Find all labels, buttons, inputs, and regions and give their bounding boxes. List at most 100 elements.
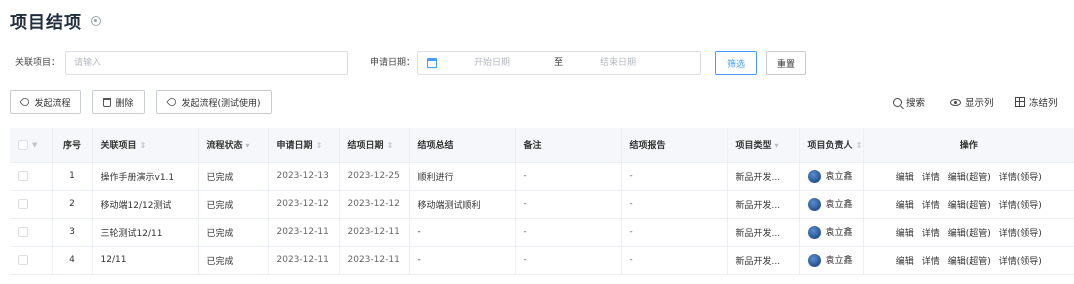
filter-button[interactable]: 筛选	[715, 51, 757, 75]
delete-button[interactable]: 删除	[92, 90, 145, 114]
detail-leader-link[interactable]: 详情(领导)	[999, 254, 1042, 267]
header-report: 结项报告	[621, 128, 728, 163]
sort-icon[interactable]: ⇕	[316, 141, 323, 150]
header-flow-status[interactable]: 流程状态 ▾	[198, 128, 269, 163]
row-index: 3	[52, 218, 93, 247]
date-range-picker[interactable]: 开始日期 至 结束日期	[417, 51, 701, 75]
row-checkbox[interactable]	[18, 226, 28, 237]
sort-icon[interactable]: ⇕	[856, 141, 862, 150]
search-toggle[interactable]: 搜索	[893, 90, 925, 114]
table-row[interactable]: 4 12/11 已完成 2023-12-11 2023-12-11- - - 新品开发... 袁…	[10, 246, 1074, 275]
header-close-date[interactable]: 结项日期 ⇕	[339, 128, 410, 163]
header-apply-date[interactable]: 申请日期 ⇕	[268, 128, 340, 163]
row-project: 移动端12/12测试	[92, 190, 199, 219]
table-toolbar: 发起流程 删除 发起流程(测试使用) 搜索 显示列 冻结列	[0, 90, 1074, 114]
header-project[interactable]: 关联项目 ⇕	[92, 128, 199, 163]
gear-icon[interactable]	[91, 16, 101, 26]
row-owner: 袁立鑫	[799, 246, 864, 275]
edit-link[interactable]: 编辑	[896, 170, 914, 183]
row-report: -	[621, 246, 728, 275]
avatar	[807, 254, 821, 267]
sort-icon[interactable]: ⇕	[140, 141, 147, 150]
header-owner[interactable]: 项目负责人 ⇕	[799, 128, 864, 163]
row-owner: 袁立鑫	[799, 162, 864, 191]
chevron-down-icon[interactable]: ▼	[32, 141, 37, 149]
detail-leader-link[interactable]: 详情(领导)	[999, 226, 1042, 239]
row-checkbox[interactable]	[18, 254, 28, 265]
edit-super-link[interactable]: 编辑(超管)	[948, 226, 991, 239]
reset-button[interactable]: 重置	[766, 51, 806, 75]
row-owner: 袁立鑫	[799, 218, 864, 247]
row-select-cell[interactable]	[10, 162, 53, 191]
row-checkbox[interactable]	[18, 170, 28, 181]
detail-link[interactable]: 详情	[922, 254, 940, 267]
row-checkbox[interactable]	[18, 198, 28, 209]
edit-super-link[interactable]: 编辑(超管)	[948, 170, 991, 183]
date-end-input[interactable]: 结束日期	[600, 52, 636, 74]
page-header: 项目结项	[10, 8, 101, 33]
table-row[interactable]: 3 三轮测试12/11 已完成 2023-12-11 2023-12-11- - - 新品开发…	[10, 218, 1074, 247]
row-select-cell[interactable]	[10, 246, 53, 275]
detail-link[interactable]: 详情	[922, 226, 940, 239]
show-columns-toggle[interactable]: 显示列	[950, 90, 994, 114]
table-row[interactable]: 1 操作手册演示v1.1 已完成 2023-12-13 2023-12-25 顺利进行 - -…	[10, 162, 1074, 191]
header-remark: 备注	[515, 128, 622, 163]
trash-icon	[103, 97, 112, 107]
freeze-columns-icon	[1015, 97, 1025, 107]
page-title: 项目结项	[10, 12, 82, 33]
row-report: -	[621, 218, 728, 247]
delete-label: 删除	[115, 98, 134, 109]
project-filter-label: 关联项目：	[15, 58, 61, 68]
row-close-date: 2023-12-11	[339, 246, 410, 275]
row-status: 已完成	[198, 162, 269, 191]
edit-super-link[interactable]: 编辑(超管)	[948, 254, 991, 267]
edit-link[interactable]: 编辑	[896, 226, 914, 239]
header-summary: 结项总结	[409, 128, 516, 163]
row-project: 三轮测试12/11	[92, 218, 199, 247]
filter-caret-icon[interactable]: ▾	[775, 141, 779, 150]
row-summary: 移动端测试顺利	[409, 190, 516, 219]
detail-leader-link[interactable]: 详情(领导)	[999, 170, 1042, 183]
select-all-checkbox[interactable]	[18, 139, 28, 150]
row-remark: -	[515, 218, 622, 247]
row-status: 已完成	[198, 218, 269, 247]
date-start-input[interactable]: 开始日期	[474, 52, 510, 74]
table-row[interactable]: 2 移动端12/12测试 已完成 2023-12-12 2023-12-12 移动端测试顺…	[10, 190, 1074, 219]
header-project-label: 关联项目	[100, 141, 137, 152]
detail-leader-link[interactable]: 详情(领导)	[999, 198, 1042, 211]
header-type[interactable]: 项目类型 ▾	[727, 128, 800, 163]
row-select-cell[interactable]	[10, 218, 53, 247]
row-close-date: 2023-12-12	[339, 190, 410, 219]
start-flow-button[interactable]: 发起流程	[10, 90, 81, 114]
filter-caret-icon[interactable]: ▾	[246, 141, 250, 150]
detail-link[interactable]: 详情	[922, 170, 940, 183]
row-remark: -	[515, 190, 622, 219]
freeze-columns-toggle[interactable]: 冻结列	[1015, 90, 1058, 114]
search-label: 搜索	[906, 98, 926, 109]
row-report: -	[621, 190, 728, 219]
row-actions: 编辑 详情 编辑(超管) 详情(领导)	[862, 162, 1074, 191]
project-closure-table: ▼ 序号 关联项目 ⇕ 流程状态 ▾ 申请日期 ⇕ 结项日期 ⇕ 结项总结 备注 结项报…	[10, 128, 1074, 275]
edit-super-link[interactable]: 编辑(超管)	[948, 198, 991, 211]
start-flow-test-button[interactable]: 发起流程(测试使用)	[156, 90, 272, 114]
row-owner-name: 袁立鑫	[825, 200, 853, 210]
row-project: 12/11	[92, 246, 199, 275]
row-close-date: 2023-12-25	[339, 162, 410, 191]
edit-link[interactable]: 编辑	[896, 198, 914, 211]
row-apply-date: 2023-12-11	[268, 246, 340, 275]
header-flow-status-label: 流程状态	[206, 141, 243, 152]
row-actions: 编辑 详情 编辑(超管) 详情(领导)	[862, 190, 1074, 219]
row-type: 新品开发...	[727, 218, 800, 247]
detail-link[interactable]: 详情	[922, 198, 940, 211]
project-search-input[interactable]	[65, 51, 348, 75]
row-type: 新品开发...	[727, 246, 800, 275]
row-select-cell[interactable]	[10, 190, 53, 219]
calendar-icon	[427, 58, 437, 68]
sort-icon[interactable]: ⇕	[387, 141, 394, 150]
avatar	[807, 198, 821, 211]
select-all-header[interactable]: ▼	[10, 128, 53, 163]
row-remark: -	[515, 246, 622, 275]
filter-bar: 关联项目： 申请日期： 开始日期 至 结束日期 筛选 重置	[0, 50, 1074, 76]
row-index: 4	[52, 246, 93, 275]
edit-link[interactable]: 编辑	[896, 254, 914, 267]
